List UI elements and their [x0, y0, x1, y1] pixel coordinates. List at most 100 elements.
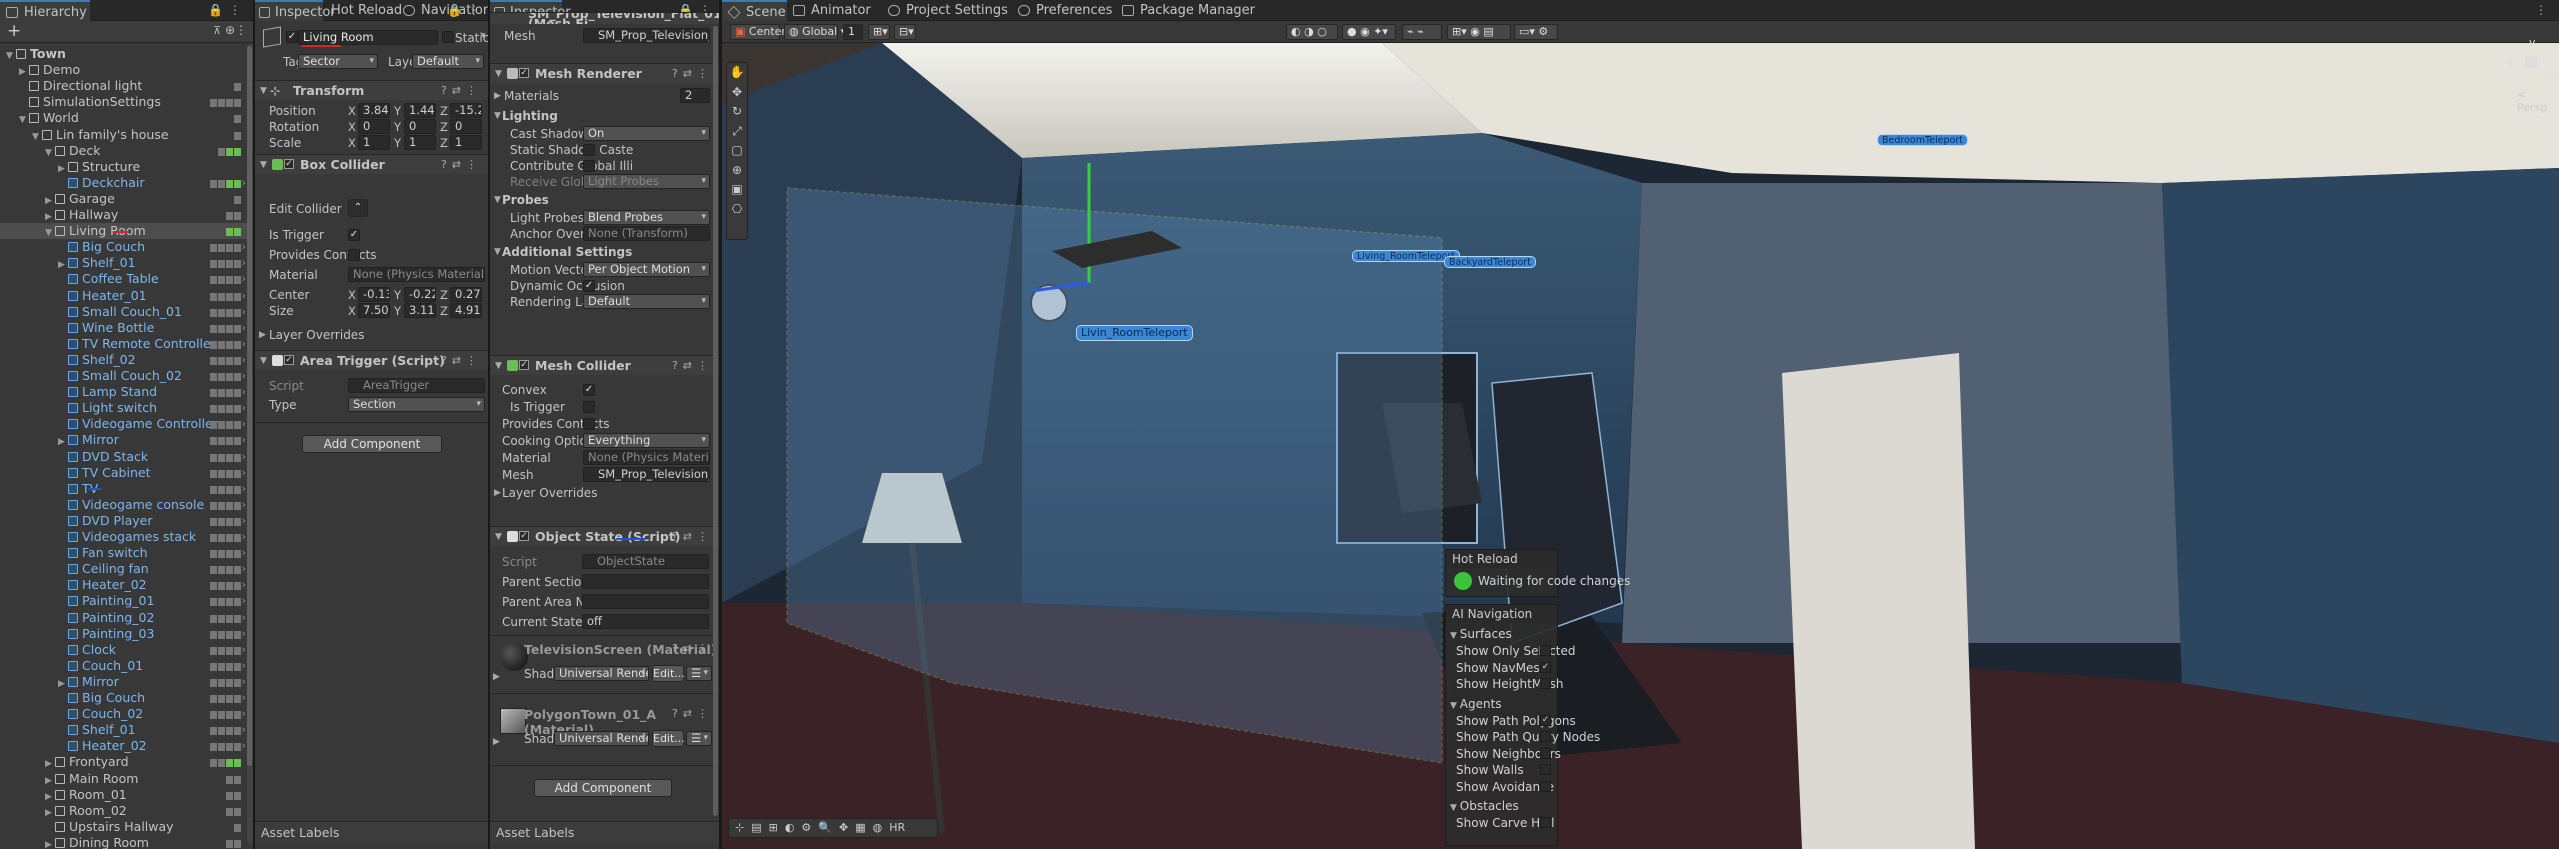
- hierarchy-row[interactable]: ▶ Garage: [0, 191, 249, 207]
- hierarchy-row[interactable]: Heater_02 ›: [0, 577, 249, 593]
- ai-nav-option[interactable]: Show Path Polygons ✓: [1456, 714, 1576, 728]
- shader-options-dropdown[interactable]: ☰: [686, 731, 712, 746]
- axis-y-label[interactable]: Y: [394, 119, 401, 135]
- anchor-override-field[interactable]: None (Transform): [583, 226, 710, 241]
- hierarchy-row[interactable]: Heater_01 ›: [0, 288, 249, 304]
- motion-vectors-dropdown[interactable]: Per Object Motion: [583, 262, 710, 277]
- static-shadow-caster-checkbox[interactable]: [583, 144, 595, 156]
- hierarchy-row[interactable]: Small Couch_01 ›: [0, 304, 249, 320]
- hierarchy-row[interactable]: ▶ Main Room: [0, 771, 249, 787]
- fold-arrow-icon[interactable]: ▶: [45, 837, 55, 849]
- hierarchy-row[interactable]: Painting_01 ›: [0, 593, 249, 609]
- backyard-teleport-label[interactable]: BackyardTeleport: [1444, 256, 1536, 268]
- scale-z-field[interactable]: 1: [450, 135, 482, 150]
- scale-y-field[interactable]: 1: [404, 135, 436, 150]
- pin-icon[interactable]: ⊼: [213, 24, 221, 37]
- add-component-button-2[interactable]: Add Component: [534, 779, 672, 797]
- axis-x-label[interactable]: X: [348, 119, 356, 135]
- hierarchy-scroll-thumb[interactable]: [247, 46, 252, 766]
- provides-contacts-checkbox[interactable]: [348, 249, 360, 261]
- bedroom-teleport-label[interactable]: BedroomTeleport: [1877, 134, 1968, 146]
- filter-icon[interactable]: ⊕: [225, 23, 235, 37]
- component-menu-icons[interactable]: ?⇄⋮: [441, 351, 482, 371]
- open-prefab-icon[interactable]: ›: [242, 497, 246, 513]
- axis-y-label[interactable]: Y: [394, 303, 401, 319]
- hierarchy-row[interactable]: Painting_02 ›: [0, 610, 249, 626]
- hierarchy-row[interactable]: Videogame console ›: [0, 497, 249, 513]
- scene-bottom-toolbar[interactable]: ⊹▤⊞◐⚙🔍✥▦◍HR: [728, 818, 938, 838]
- type-dropdown[interactable]: Section: [348, 397, 485, 412]
- component-menu-icons[interactable]: ?⇄⋮: [672, 527, 713, 547]
- hierarchy-row[interactable]: TV Remote Controller ›: [0, 336, 249, 352]
- layer-overrides-row[interactable]: ▶ Layer Overrides: [255, 327, 488, 343]
- fold-icon[interactable]: ▼: [495, 64, 502, 84]
- space-dropdown[interactable]: ◍ Global ▾: [784, 24, 846, 40]
- contribute-gi-checkbox[interactable]: [583, 160, 595, 172]
- open-prefab-icon[interactable]: ›: [242, 593, 246, 609]
- cast-shadows-dropdown[interactable]: On: [583, 126, 710, 141]
- fold-icon[interactable]: ▶: [259, 327, 266, 343]
- ai-nav-option-checkbox[interactable]: [1540, 678, 1551, 689]
- fold-icon[interactable]: ▼: [260, 351, 267, 371]
- hierarchy-row[interactable]: ▶ Frontyard: [0, 754, 249, 770]
- hierarchy-row[interactable]: Shelf_01 ›: [0, 722, 249, 738]
- open-prefab-icon[interactable]: ›: [242, 706, 246, 722]
- hierarchy-row[interactable]: Fan switch ›: [0, 545, 249, 561]
- ai-nav-option[interactable]: Show NavMesh ✓: [1456, 661, 1553, 675]
- open-prefab-icon[interactable]: ›: [242, 449, 246, 465]
- component-menu-icons[interactable]: ?⇄⋮: [672, 356, 713, 376]
- ai-nav-option[interactable]: Show HeightMesh: [1456, 677, 1563, 691]
- tab-preferences[interactable]: Preferences: [1012, 0, 1120, 21]
- hierarchy-row[interactable]: Couch_01 ›: [0, 658, 249, 674]
- tab-inspector[interactable]: Inspector: [255, 0, 336, 21]
- gizmo-center-icon[interactable]: [2525, 56, 2537, 68]
- hierarchy-row[interactable]: ▶ Demo: [0, 62, 249, 78]
- fold-icon[interactable]: ▼: [1450, 701, 1460, 711]
- tag-dropdown[interactable]: Sector: [298, 54, 378, 69]
- ai-nav-option-checkbox[interactable]: [1540, 731, 1551, 742]
- scale-x-field[interactable]: 1: [358, 135, 390, 150]
- fold-icon[interactable]: ▶: [493, 672, 500, 682]
- hierarchy-row[interactable]: Shelf_02 ›: [0, 352, 249, 368]
- hierarchy-row[interactable]: ▼ Town: [0, 46, 249, 62]
- rendering-layer-mask-dropdown[interactable]: Default: [583, 294, 710, 309]
- axis-z-label[interactable]: Z: [440, 135, 448, 151]
- tab-scene[interactable]: Scene: [722, 0, 787, 21]
- mesh-renderer-enabled-checkbox[interactable]: ✓: [519, 68, 529, 78]
- rotation-x-field[interactable]: 0: [358, 119, 390, 134]
- area-trigger-enabled-checkbox[interactable]: ✓: [284, 355, 294, 365]
- axis-x-label[interactable]: X: [348, 135, 356, 151]
- hierarchy-row[interactable]: ▼ World: [0, 110, 249, 126]
- dynamic-occlusion-checkbox[interactable]: ✓: [583, 280, 595, 292]
- transform-tools[interactable]: ✋ ✥ ↻ ⤢ ▢ ⊕ ▣ ⎔: [726, 62, 748, 240]
- center-x-field[interactable]: -0.13155: [358, 287, 390, 302]
- ai-nav-option[interactable]: Show Neighbours: [1456, 747, 1561, 761]
- grid-snap-button[interactable]: ⊞▾: [868, 24, 890, 40]
- snap-field[interactable]: 1: [843, 24, 863, 40]
- object-state-header[interactable]: ▼ ✓ Object State (Script) ?⇄⋮: [490, 526, 719, 546]
- fold-icon[interactable]: ▼: [1450, 803, 1460, 813]
- hierarchy-row[interactable]: Light switch ›: [0, 400, 249, 416]
- axis-y-label[interactable]: Y: [394, 103, 401, 119]
- axis-y-label[interactable]: Y: [394, 287, 401, 303]
- hierarchy-row[interactable]: Lamp Stand ›: [0, 384, 249, 400]
- grid-toggle-button[interactable]: ⊟▾: [894, 24, 916, 40]
- receive-gi-dropdown[interactable]: Light Probes: [583, 174, 710, 189]
- cooking-options-dropdown[interactable]: Everything: [583, 433, 710, 448]
- add-component-button[interactable]: Add Component: [302, 435, 442, 453]
- open-prefab-icon[interactable]: ›: [242, 610, 246, 626]
- hierarchy-row[interactable]: ▼ Deck: [0, 143, 249, 159]
- pivot-dropdown[interactable]: ▣ Center ▾: [730, 24, 795, 40]
- fold-icon[interactable]: ▼: [495, 356, 502, 376]
- open-prefab-icon[interactable]: ›: [242, 690, 246, 706]
- center-y-field[interactable]: -0.22282: [404, 287, 436, 302]
- static-dropdown-icon[interactable]: ▾: [481, 31, 486, 41]
- open-prefab-icon[interactable]: ›: [242, 642, 246, 658]
- effects-toggles[interactable]: ⌁ ⌁: [1402, 24, 1442, 40]
- hierarchy-row[interactable]: TV Cabinet ›: [0, 465, 249, 481]
- axis-y-label[interactable]: Y: [394, 135, 401, 151]
- hierarchy-row[interactable]: Videogame Controller ›: [0, 416, 249, 432]
- open-prefab-icon[interactable]: ›: [242, 738, 246, 754]
- open-prefab-icon[interactable]: ›: [242, 481, 246, 497]
- fold-icon[interactable]: ▶: [494, 88, 501, 104]
